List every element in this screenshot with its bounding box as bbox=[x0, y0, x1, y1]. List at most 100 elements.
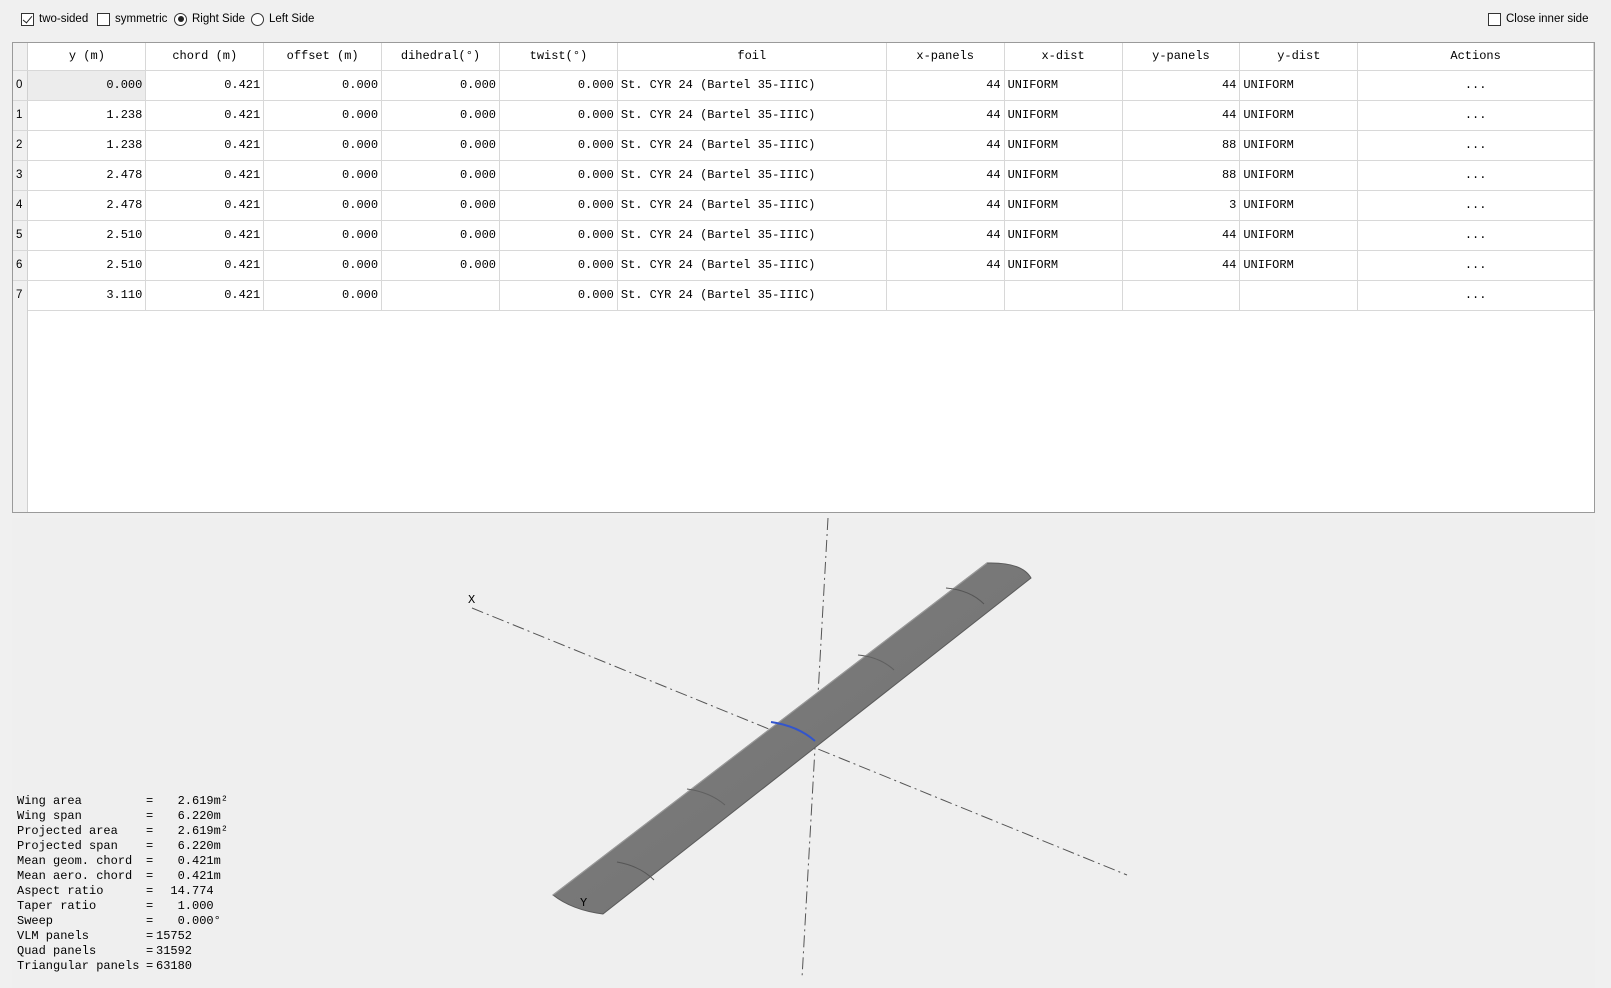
cell-ydist[interactable]: UNIFORM bbox=[1239, 220, 1359, 251]
cell-foil[interactable]: St. CYR 24 (Bartel 35-IIIC) bbox=[617, 190, 887, 221]
row-actions-button[interactable]: ... bbox=[1357, 220, 1594, 251]
table-row[interactable]: 2 1.238 0.421 0.000 0.000 0.000 St. CYR 24 (Ba… bbox=[13, 130, 1594, 161]
table-row[interactable]: 6 2.510 0.421 0.000 0.000 0.000 St. CYR 24 (Ba… bbox=[13, 250, 1594, 281]
cell-dihedral[interactable]: 0.000 bbox=[381, 70, 500, 101]
left-side-radio[interactable]: Left Side bbox=[251, 11, 314, 27]
table-row[interactable]: 7 3.110 0.421 0.000 0.000 St. CYR 24 (Bartel … bbox=[13, 280, 1594, 311]
row-header[interactable]: 5 bbox=[13, 220, 29, 251]
cell-ypanels[interactable] bbox=[1122, 280, 1241, 311]
cell-ydist[interactable]: UNIFORM bbox=[1239, 160, 1359, 191]
cell-dihedral[interactable]: 0.000 bbox=[381, 250, 500, 281]
cell-dihedral[interactable]: 0.000 bbox=[381, 130, 500, 161]
column-header[interactable]: Actions bbox=[1357, 43, 1594, 71]
cell-xpanels[interactable] bbox=[886, 280, 1005, 311]
cell-twist[interactable]: 0.000 bbox=[499, 250, 618, 281]
cell-ydist[interactable]: UNIFORM bbox=[1239, 130, 1359, 161]
table-row[interactable]: 0 0.000 0.421 0.000 0.000 0.000 St. CYR 24 (Ba… bbox=[13, 70, 1594, 101]
row-actions-button[interactable]: ... bbox=[1357, 190, 1594, 221]
cell-xpanels[interactable]: 44 bbox=[886, 130, 1005, 161]
cell-offset[interactable]: 0.000 bbox=[263, 220, 383, 251]
cell-foil[interactable]: St. CYR 24 (Bartel 35-IIIC) bbox=[617, 280, 887, 311]
cell-twist[interactable]: 0.000 bbox=[499, 190, 618, 221]
cell-twist[interactable]: 0.000 bbox=[499, 220, 618, 251]
column-header[interactable]: x-panels bbox=[886, 43, 1005, 71]
cell-chord[interactable]: 0.421 bbox=[145, 280, 265, 311]
cell-xdist[interactable]: UNIFORM bbox=[1004, 220, 1123, 251]
cell-dihedral[interactable] bbox=[381, 280, 500, 311]
cell-offset[interactable]: 0.000 bbox=[263, 100, 383, 131]
cell-y[interactable]: 1.238 bbox=[27, 100, 147, 131]
cell-ypanels[interactable]: 44 bbox=[1122, 250, 1241, 281]
column-header[interactable]: foil bbox=[617, 43, 887, 71]
row-actions-button[interactable]: ... bbox=[1357, 130, 1594, 161]
row-actions-button[interactable]: ... bbox=[1357, 280, 1594, 311]
row-header[interactable]: 3 bbox=[13, 160, 29, 191]
cell-offset[interactable]: 0.000 bbox=[263, 130, 383, 161]
row-actions-button[interactable]: ... bbox=[1357, 100, 1594, 131]
two-sided-checkbox[interactable]: two-sided bbox=[21, 11, 88, 27]
cell-xpanels[interactable]: 44 bbox=[886, 190, 1005, 221]
column-header[interactable]: y (m) bbox=[27, 43, 147, 71]
cell-ypanels[interactable]: 44 bbox=[1122, 70, 1241, 101]
cell-xpanels[interactable]: 44 bbox=[886, 70, 1005, 101]
cell-ydist[interactable]: UNIFORM bbox=[1239, 70, 1359, 101]
table-row[interactable]: 3 2.478 0.421 0.000 0.000 0.000 St. CYR 24 (Ba… bbox=[13, 160, 1594, 191]
cell-xpanels[interactable]: 44 bbox=[886, 220, 1005, 251]
cell-foil[interactable]: St. CYR 24 (Bartel 35-IIIC) bbox=[617, 220, 887, 251]
right-side-radio[interactable]: Right Side bbox=[174, 11, 245, 27]
row-actions-button[interactable]: ... bbox=[1357, 250, 1594, 281]
row-actions-button[interactable]: ... bbox=[1357, 70, 1594, 101]
cell-y[interactable]: 3.110 bbox=[27, 280, 147, 311]
row-header[interactable]: 1 bbox=[13, 100, 29, 131]
cell-foil[interactable]: St. CYR 24 (Bartel 35-IIIC) bbox=[617, 160, 887, 191]
row-header[interactable]: 4 bbox=[13, 190, 29, 221]
cell-dihedral[interactable]: 0.000 bbox=[381, 190, 500, 221]
cell-offset[interactable]: 0.000 bbox=[263, 280, 383, 311]
cell-twist[interactable]: 0.000 bbox=[499, 280, 618, 311]
cell-ypanels[interactable]: 44 bbox=[1122, 220, 1241, 251]
cell-xdist[interactable]: UNIFORM bbox=[1004, 100, 1123, 131]
cell-offset[interactable]: 0.000 bbox=[263, 250, 383, 281]
cell-xdist[interactable]: UNIFORM bbox=[1004, 160, 1123, 191]
row-header[interactable]: 7 bbox=[13, 280, 29, 311]
cell-xdist[interactable]: UNIFORM bbox=[1004, 130, 1123, 161]
cell-offset[interactable]: 0.000 bbox=[263, 70, 383, 101]
column-header[interactable]: chord (m) bbox=[145, 43, 265, 71]
cell-chord[interactable]: 0.421 bbox=[145, 250, 265, 281]
cell-y[interactable]: 2.510 bbox=[27, 250, 147, 281]
cell-chord[interactable]: 0.421 bbox=[145, 190, 265, 221]
cell-chord[interactable]: 0.421 bbox=[145, 70, 265, 101]
close-inner-side-checkbox[interactable]: Close inner side bbox=[1488, 11, 1588, 27]
cell-y[interactable]: 1.238 bbox=[27, 130, 147, 161]
cell-foil[interactable]: St. CYR 24 (Bartel 35-IIIC) bbox=[617, 250, 887, 281]
cell-y[interactable]: 2.510 bbox=[27, 220, 147, 251]
row-header[interactable]: 2 bbox=[13, 130, 29, 161]
row-header[interactable]: 0 bbox=[13, 70, 29, 101]
table-row[interactable]: 1 1.238 0.421 0.000 0.000 0.000 St. CYR 24 (Ba… bbox=[13, 100, 1594, 131]
table-row[interactable]: 5 2.510 0.421 0.000 0.000 0.000 St. CYR 24 (Ba… bbox=[13, 220, 1594, 251]
cell-ypanels[interactable]: 88 bbox=[1122, 130, 1241, 161]
cell-offset[interactable]: 0.000 bbox=[263, 160, 383, 191]
column-header[interactable]: offset (m) bbox=[263, 43, 383, 71]
column-header[interactable]: y-dist bbox=[1239, 43, 1359, 71]
cell-dihedral[interactable]: 0.000 bbox=[381, 160, 500, 191]
cell-twist[interactable]: 0.000 bbox=[499, 70, 618, 101]
cell-ydist[interactable]: UNIFORM bbox=[1239, 250, 1359, 281]
cell-offset[interactable]: 0.000 bbox=[263, 190, 383, 221]
column-header[interactable]: x-dist bbox=[1004, 43, 1123, 71]
cell-ypanels[interactable]: 44 bbox=[1122, 100, 1241, 131]
cell-chord[interactable]: 0.421 bbox=[145, 160, 265, 191]
cell-chord[interactable]: 0.421 bbox=[145, 100, 265, 131]
column-header[interactable]: dihedral(°) bbox=[381, 43, 500, 71]
table-row[interactable]: 4 2.478 0.421 0.000 0.000 0.000 St. CYR 24 (Ba… bbox=[13, 190, 1594, 221]
row-actions-button[interactable]: ... bbox=[1357, 160, 1594, 191]
cell-twist[interactable]: 0.000 bbox=[499, 100, 618, 131]
column-header[interactable]: twist(°) bbox=[499, 43, 618, 71]
cell-twist[interactable]: 0.000 bbox=[499, 130, 618, 161]
cell-xpanels[interactable]: 44 bbox=[886, 160, 1005, 191]
cell-dihedral[interactable]: 0.000 bbox=[381, 220, 500, 251]
cell-ypanels[interactable]: 88 bbox=[1122, 160, 1241, 191]
cell-ydist[interactable]: UNIFORM bbox=[1239, 100, 1359, 131]
cell-y[interactable]: 2.478 bbox=[27, 190, 147, 221]
row-header[interactable]: 6 bbox=[13, 250, 29, 281]
